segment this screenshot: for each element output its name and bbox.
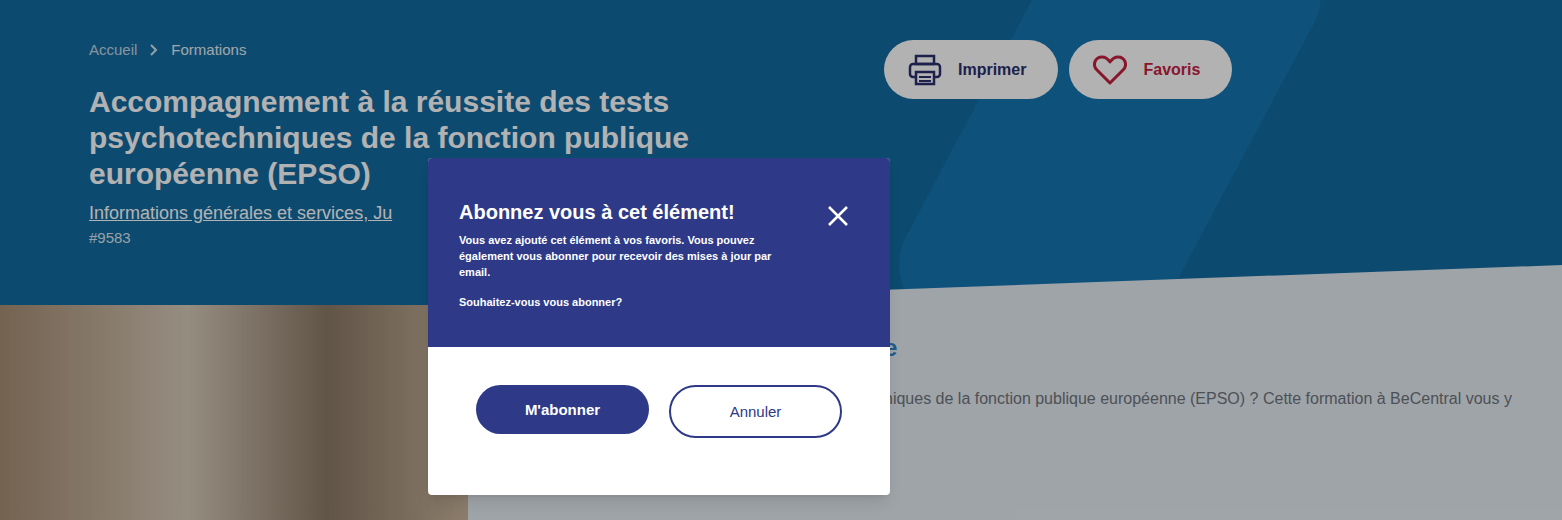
dialog-question: Souhaitez-vous vous abonner? bbox=[459, 294, 794, 310]
dialog-text: Abonnez vous à cet élément! Vous avez ajo… bbox=[459, 200, 794, 327]
subscribe-button[interactable]: M'abonner bbox=[476, 385, 649, 434]
cancel-button[interactable]: Annuler bbox=[669, 385, 842, 438]
button-label: Annuler bbox=[730, 402, 782, 422]
button-label: M'abonner bbox=[525, 400, 600, 420]
dialog-message: Vous avez ajouté cet élément à vos favor… bbox=[459, 232, 794, 280]
close-button[interactable] bbox=[826, 204, 850, 228]
dialog-actions: M'abonner Annuler bbox=[428, 347, 890, 495]
dialog-title: Abonnez vous à cet élément! bbox=[459, 200, 794, 224]
close-icon bbox=[827, 205, 849, 227]
subscribe-dialog: Abonnez vous à cet élément! Vous avez ajo… bbox=[428, 158, 890, 495]
dialog-header: Abonnez vous à cet élément! Vous avez ajo… bbox=[428, 158, 890, 347]
